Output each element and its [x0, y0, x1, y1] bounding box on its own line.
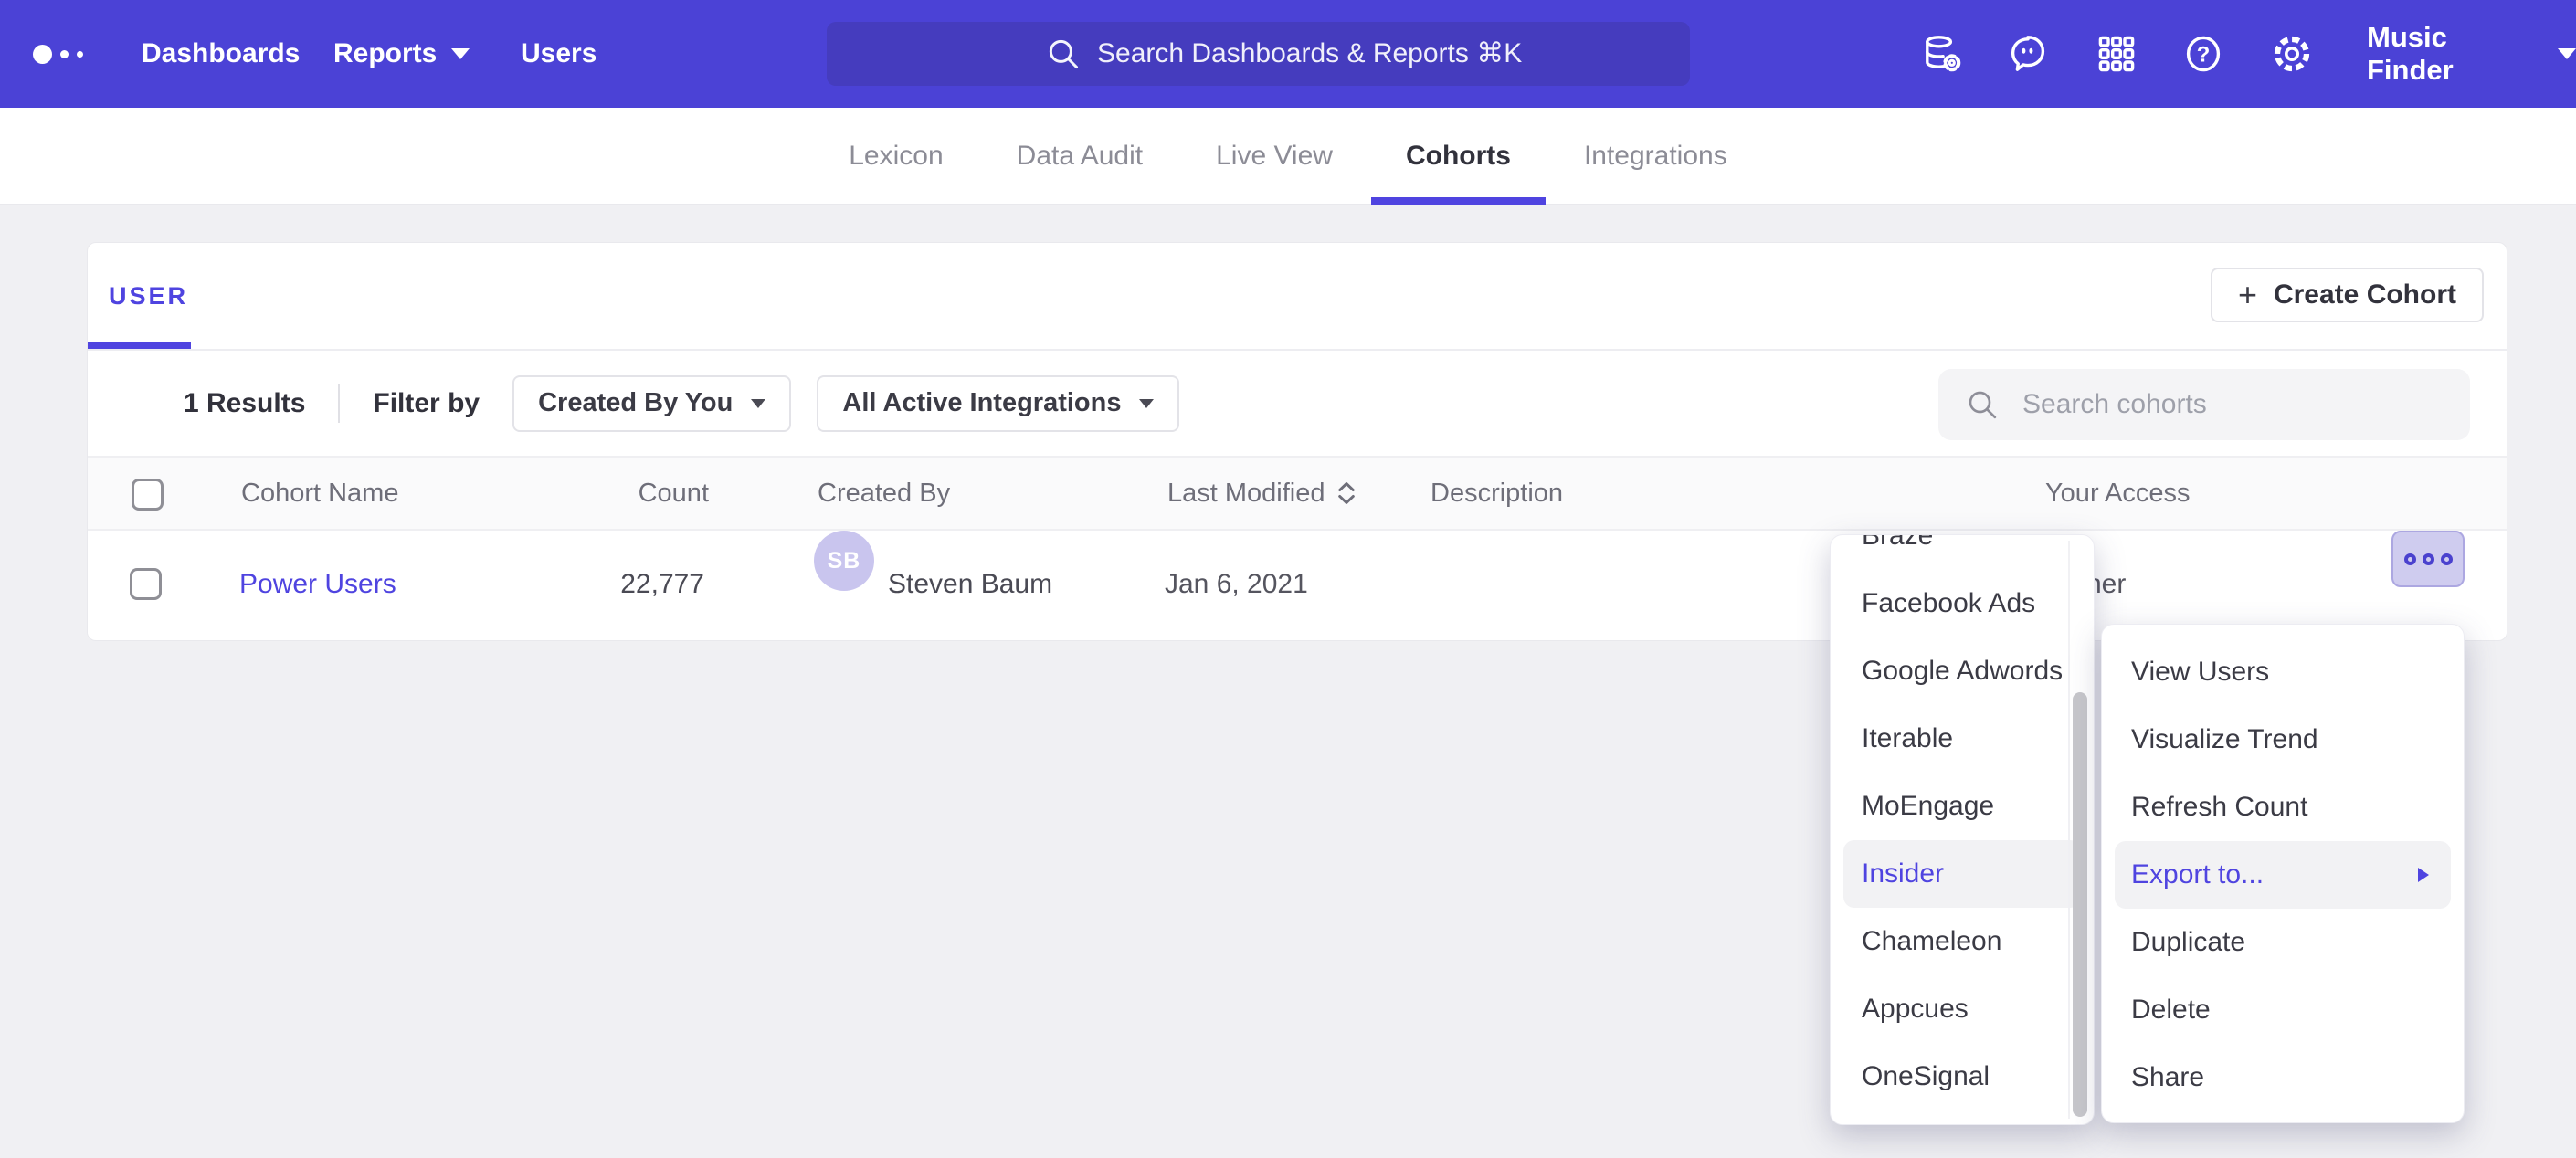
chevron-down-icon	[751, 399, 765, 408]
menu-item-moengage[interactable]: MoEngage	[1831, 773, 2094, 840]
cohort-type-row: USER + Create Cohort	[88, 243, 2507, 351]
chevron-down-icon	[1139, 399, 1154, 408]
menu-item-iterable[interactable]: Iterable	[1831, 705, 2094, 773]
divider	[338, 384, 340, 423]
chevron-down-icon	[451, 48, 470, 59]
active-tab-underline	[88, 342, 191, 349]
menu-item-visualize-trend[interactable]: Visualize Trend	[2102, 706, 2464, 774]
header-cohort-name: Cohort Name	[241, 458, 398, 529]
nav-link-dashboards[interactable]: Dashboards	[142, 0, 300, 108]
menu-item-braze[interactable]: Braze	[1831, 534, 2094, 570]
tab-integrations[interactable]: Integrations	[1549, 108, 1762, 204]
section-tabs: Lexicon Data Audit Live View Cohorts Int…	[0, 108, 2576, 205]
row-checkbox[interactable]	[130, 568, 162, 600]
tab-live-view[interactable]: Live View	[1181, 108, 1367, 204]
data-management-icon[interactable]	[1921, 32, 1965, 76]
plus-icon: +	[2238, 279, 2257, 311]
cohort-search[interactable]	[1938, 369, 2470, 440]
header-last-modified[interactable]: Last Modified	[1167, 458, 1357, 529]
tab-user-cohorts[interactable]: USER	[109, 243, 188, 349]
last-modified-date: Jan 6, 2021	[1165, 531, 1308, 638]
workspace-name: Music Finder	[2367, 21, 2534, 87]
cohort-search-input[interactable]	[2022, 369, 2470, 440]
header-created-by: Created By	[818, 458, 950, 529]
global-search-input[interactable]	[1097, 22, 1663, 86]
help-icon[interactable]: ?	[2181, 32, 2225, 76]
cohort-name-link[interactable]: Power Users	[239, 531, 396, 638]
top-nav: Dashboards Reports Users	[0, 0, 2576, 108]
header-count: Count	[581, 458, 709, 529]
cohorts-page: Dashboards Reports Users	[0, 0, 2576, 1158]
avatar: SB	[814, 531, 874, 591]
export-to-submenu: Braze Facebook Ads Google Adwords Iterab…	[1830, 534, 2095, 1125]
feedback-icon[interactable]	[2006, 32, 2050, 76]
menu-item-export-to[interactable]: Export to...	[2115, 841, 2451, 909]
scrollbar-thumb[interactable]	[2073, 692, 2087, 1117]
chevron-down-icon	[2558, 48, 2576, 59]
menu-item-refresh-count[interactable]: Refresh Count	[2102, 774, 2464, 841]
sort-icon	[1336, 480, 1357, 506]
tab-lexicon[interactable]: Lexicon	[814, 108, 977, 204]
menu-item-onesignal[interactable]: OneSignal	[1831, 1043, 2094, 1111]
menu-item-duplicate[interactable]: Duplicate	[2102, 909, 2464, 976]
svg-text:?: ?	[2197, 42, 2211, 67]
search-icon	[1044, 35, 1082, 73]
created-by-name: Steven Baum	[888, 531, 1052, 638]
active-tab-underline	[1371, 197, 1546, 205]
table-row: Power Users 22,777 SB Steven Baum Jan 6,…	[88, 531, 2507, 638]
nav-link-label: Dashboards	[142, 38, 300, 69]
created-by-filter-dropdown[interactable]: Created By You	[512, 375, 791, 432]
row-actions-button[interactable]	[2391, 531, 2465, 587]
menu-item-facebook-ads[interactable]: Facebook Ads	[1831, 570, 2094, 637]
create-cohort-button[interactable]: + Create Cohort	[2211, 268, 2484, 322]
menu-item-delete[interactable]: Delete	[2102, 976, 2464, 1044]
global-search[interactable]	[827, 22, 1690, 86]
select-all-checkbox[interactable]	[132, 479, 164, 511]
filter-by-label: Filter by	[373, 388, 480, 419]
menu-item-appcues[interactable]: Appcues	[1831, 975, 2094, 1043]
menu-item-share[interactable]: Share	[2102, 1044, 2464, 1111]
mixpanel-logo-icon[interactable]	[33, 0, 83, 108]
submenu-arrow-icon	[2418, 868, 2429, 882]
menu-item-view-users[interactable]: View Users	[2102, 638, 2464, 706]
tab-data-audit[interactable]: Data Audit	[982, 108, 1177, 204]
more-dots-icon	[2404, 553, 2416, 565]
table-header: Cohort Name Count Created By Last Modifi…	[88, 456, 2507, 531]
nav-link-label: Reports	[333, 38, 437, 69]
workspace-switcher[interactable]: Music Finder	[2367, 0, 2576, 108]
menu-item-google-adwords[interactable]: Google Adwords	[1831, 637, 2094, 705]
nav-link-reports[interactable]: Reports	[333, 0, 470, 108]
apps-grid-icon[interactable]	[2095, 32, 2138, 76]
results-count: 1 Results	[184, 388, 305, 419]
settings-icon[interactable]	[2270, 32, 2314, 76]
integrations-filter-dropdown[interactable]: All Active Integrations	[817, 375, 1179, 432]
header-your-access: Your Access	[2045, 458, 2191, 529]
cohorts-card: USER + Create Cohort 1 Results Filter by…	[87, 242, 2507, 641]
integration-list: Braze Facebook Ads Google Adwords Iterab…	[1831, 534, 2094, 1111]
header-description: Description	[1431, 458, 1563, 529]
divider	[2068, 541, 2070, 1119]
filter-toolbar: 1 Results Filter by Created By You All A…	[88, 351, 2507, 456]
row-context-menu: View Users Visualize Trend Refresh Count…	[2101, 624, 2465, 1123]
tab-cohorts[interactable]: Cohorts	[1371, 108, 1546, 204]
nav-link-label: Users	[521, 38, 596, 69]
cohort-count: 22,777	[544, 531, 704, 638]
search-icon	[1964, 386, 2001, 423]
nav-link-users[interactable]: Users	[521, 0, 596, 108]
menu-item-insider[interactable]: Insider	[1843, 840, 2081, 908]
menu-item-chameleon[interactable]: Chameleon	[1831, 908, 2094, 975]
